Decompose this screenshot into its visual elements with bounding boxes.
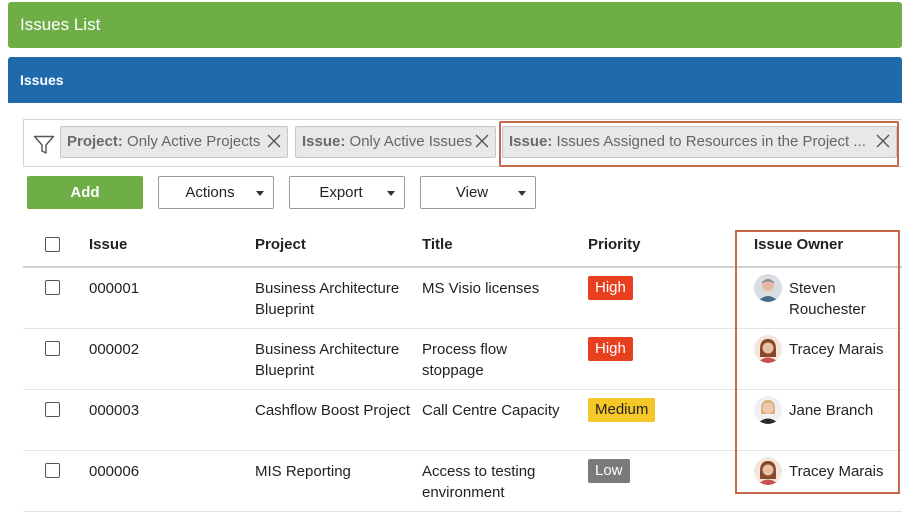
priority-badge: High [588, 337, 633, 361]
issues-panel-header: Issues [8, 57, 902, 103]
add-button-label: Add [70, 184, 100, 201]
priority-badge: Low [588, 459, 630, 483]
filter-chip-issue-active[interactable]: Issue: Only Active Issues [295, 126, 496, 158]
avatar [754, 457, 782, 485]
project-name[interactable]: Business Architecture Blueprint [255, 278, 415, 320]
actions-dropdown-button[interactable]: Actions [158, 176, 274, 209]
panel-title: Issues [20, 72, 64, 88]
filter-chip-key: Issue: [302, 133, 346, 150]
table-row[interactable]: 000001 Business Architecture Blueprint M… [23, 268, 902, 329]
issue-title[interactable]: MS Visio licenses [422, 278, 572, 299]
issue-id[interactable]: 000006 [89, 461, 139, 482]
close-icon[interactable] [267, 134, 281, 148]
project-name[interactable]: Cashflow Boost Project [255, 400, 415, 421]
issue-title[interactable]: Call Centre Capacity [422, 400, 572, 421]
priority-badge: High [588, 276, 633, 300]
row-checkbox[interactable] [45, 402, 60, 417]
grid-header: Issue Project Title Priority Issue Owner [23, 228, 902, 268]
filter-chip-value: Only Active Projects [127, 133, 261, 150]
avatar [754, 396, 782, 424]
project-name[interactable]: MIS Reporting [255, 461, 415, 482]
filter-chip-project[interactable]: Project: Only Active Projects [60, 126, 288, 158]
owner-name[interactable]: Tracey Marais [789, 461, 899, 482]
issue-id[interactable]: 000002 [89, 339, 139, 360]
filter-chip-value: Only Active Issues [349, 133, 473, 150]
row-checkbox[interactable] [45, 463, 60, 478]
issue-id[interactable]: 000003 [89, 400, 139, 421]
table-row[interactable]: 000003 Cashflow Boost Project Call Centr… [23, 390, 902, 451]
actions-button-label: Actions [185, 184, 235, 201]
column-header-project[interactable]: Project [255, 236, 306, 253]
column-header-issue-owner[interactable]: Issue Owner [754, 236, 843, 253]
add-button[interactable]: Add [27, 176, 143, 209]
page-header: Issues List [8, 2, 902, 48]
table-row[interactable]: 000006 MIS Reporting Access to testing e… [23, 451, 902, 512]
column-header-issue[interactable]: Issue [89, 236, 127, 253]
caret-down-icon [518, 191, 526, 196]
issue-title[interactable]: Access to testing environment [422, 461, 572, 503]
owner-name[interactable]: Steven Rouchester [789, 278, 889, 320]
row-checkbox[interactable] [45, 280, 60, 295]
column-header-priority[interactable]: Priority [588, 236, 641, 253]
filter-chip-highlight [499, 121, 899, 167]
select-all-checkbox[interactable] [45, 237, 60, 252]
project-name[interactable]: Business Architecture Blueprint [255, 339, 415, 381]
export-dropdown-button[interactable]: Export [289, 176, 405, 209]
avatar [754, 335, 782, 363]
issue-id[interactable]: 000001 [89, 278, 139, 299]
view-button-label: View [455, 184, 489, 201]
column-header-title[interactable]: Title [422, 236, 453, 253]
funnel-icon[interactable] [33, 135, 55, 155]
export-button-label: Export [319, 184, 363, 201]
close-icon[interactable] [475, 134, 489, 148]
avatar [754, 274, 782, 302]
owner-name[interactable]: Jane Branch [789, 400, 899, 421]
view-dropdown-button[interactable]: View [420, 176, 536, 209]
page-title: Issues List [20, 15, 101, 34]
caret-down-icon [387, 191, 395, 196]
filter-chip-key: Project: [67, 133, 123, 150]
caret-down-icon [256, 191, 264, 196]
table-row[interactable]: 000002 Business Architecture Blueprint P… [23, 329, 902, 390]
owner-name[interactable]: Tracey Marais [789, 339, 899, 360]
issue-title[interactable]: Process flow stoppage [422, 339, 572, 381]
row-checkbox[interactable] [45, 341, 60, 356]
priority-badge: Medium [588, 398, 656, 422]
